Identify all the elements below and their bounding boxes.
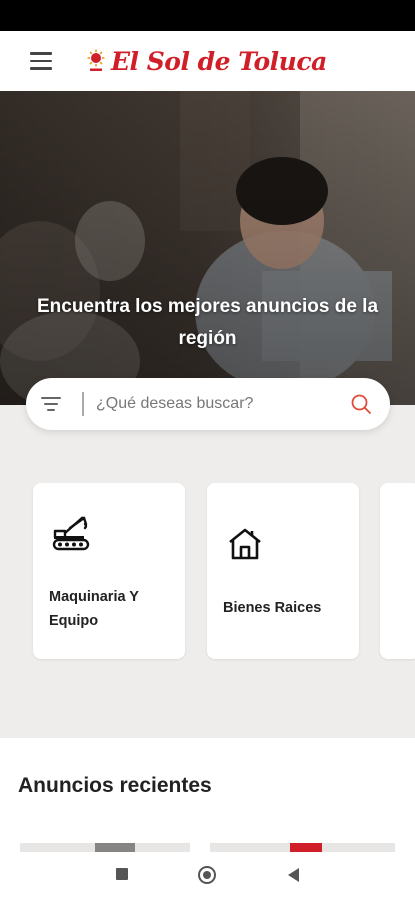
hero-title: Encuentra los mejores anuncios de la reg… bbox=[36, 296, 379, 349]
search-divider bbox=[82, 392, 84, 416]
app-header: El Sol de Toluca bbox=[0, 31, 415, 91]
triangle-back-icon[interactable] bbox=[286, 867, 300, 883]
logo[interactable]: El Sol de Toluca bbox=[86, 45, 327, 77]
hero-background-image bbox=[0, 91, 415, 405]
search-bar[interactable] bbox=[26, 378, 390, 430]
category-carousel[interactable]: Maquinaria Y Equipo Bienes Raices bbox=[0, 483, 415, 661]
hamburger-menu-icon[interactable] bbox=[30, 52, 52, 70]
search-input[interactable] bbox=[96, 388, 336, 420]
category-label: Maquinaria Y Equipo bbox=[49, 589, 139, 629]
category-label: Bienes Raices bbox=[223, 600, 322, 616]
search-icon[interactable] bbox=[350, 393, 372, 415]
category-card-maquinaria[interactable]: Maquinaria Y Equipo bbox=[33, 483, 185, 659]
category-card-next[interactable] bbox=[380, 483, 415, 659]
house-icon bbox=[229, 528, 261, 560]
hero-banner: Encuentra los mejores anuncios de la reg… bbox=[0, 91, 415, 405]
circle-home-icon[interactable] bbox=[198, 866, 216, 884]
recent-ads-section: Anuncios recientes bbox=[0, 738, 415, 852]
crane-truck-icon bbox=[52, 516, 90, 551]
recent-ads-carousel[interactable] bbox=[0, 843, 415, 852]
filter-icon[interactable] bbox=[40, 393, 62, 415]
category-card-bienes-raices[interactable]: Bienes Raices bbox=[207, 483, 359, 659]
system-navigation-bar bbox=[0, 852, 415, 900]
status-bar bbox=[0, 0, 415, 31]
logo-text: El Sol de Toluca bbox=[111, 46, 327, 76]
section-title: Anuncios recientes bbox=[18, 774, 212, 797]
square-icon[interactable] bbox=[116, 868, 128, 880]
sun-logo-icon bbox=[87, 49, 105, 71]
